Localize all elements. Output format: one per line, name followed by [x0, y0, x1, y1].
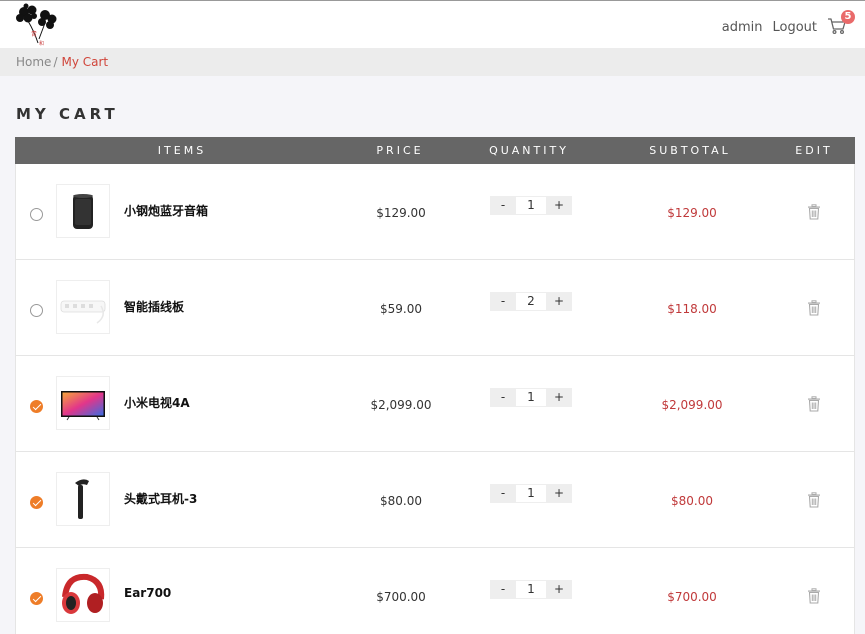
product-image[interactable] [56, 280, 110, 334]
unit-price: $59.00 [380, 302, 422, 316]
quantity-stepper: - 1 + [490, 580, 572, 599]
headphones-icon [62, 573, 105, 614]
breadcrumb-home-link[interactable]: Home [16, 55, 51, 69]
subtotal: $129.00 [667, 206, 717, 220]
trash-icon[interactable] [807, 588, 821, 604]
decrease-qty-button[interactable]: - [490, 388, 516, 407]
logout-link[interactable]: Logout [772, 20, 817, 35]
trash-icon[interactable] [807, 300, 821, 316]
unit-price: $80.00 [380, 494, 422, 508]
product-image[interactable] [56, 376, 110, 430]
table-header: ITEMS PRICE QUANTITY SUBTOTAL EDIT [15, 137, 855, 164]
quantity-stepper: - 1 + [490, 196, 572, 215]
decrease-qty-button[interactable]: - [490, 580, 516, 599]
user-nav: admin Logout 5 [712, 10, 855, 37]
increase-qty-button[interactable]: + [546, 196, 572, 215]
subtotal: $118.00 [667, 302, 717, 316]
product-name[interactable]: 智能插线板 [124, 298, 184, 315]
quantity-stepper: - 1 + [490, 484, 572, 503]
select-item-radio[interactable] [30, 208, 43, 221]
speaker-icon [73, 194, 93, 229]
quantity-value[interactable]: 1 [516, 196, 546, 215]
power-strip-icon [60, 300, 106, 324]
svg-text:和: 和 [39, 40, 44, 47]
subtotal: $80.00 [671, 494, 713, 508]
decrease-qty-button[interactable]: - [490, 196, 516, 215]
select-item-radio[interactable] [30, 400, 43, 413]
table-row: 小钢炮蓝牙音箱 $129.00 - 1 + $129.00 [16, 164, 854, 260]
unit-price: $2,099.00 [370, 398, 432, 412]
select-item-radio[interactable] [30, 304, 43, 317]
increase-qty-button[interactable]: + [546, 580, 572, 599]
product-name[interactable]: 头戴式耳机-3 [124, 490, 197, 507]
select-item-radio[interactable] [30, 496, 43, 509]
svg-text:青: 青 [31, 30, 37, 38]
header-price: PRICE [376, 144, 424, 157]
quantity-stepper: - 2 + [490, 292, 572, 311]
breadcrumb-current: My Cart [61, 55, 109, 69]
decrease-qty-button[interactable]: - [490, 292, 516, 311]
product-name[interactable]: 小钢炮蓝牙音箱 [124, 202, 208, 219]
quantity-value[interactable]: 1 [516, 580, 546, 599]
header-subtotal: SUBTOTAL [649, 144, 731, 157]
username-link[interactable]: admin [722, 20, 763, 35]
product-name[interactable]: 小米电视4A [124, 394, 190, 411]
increase-qty-button[interactable]: + [546, 388, 572, 407]
trash-icon[interactable] [807, 204, 821, 220]
breadcrumb: Home / My Cart [0, 48, 865, 76]
table-row: 智能插线板 $59.00 - 2 + $118.00 [16, 260, 854, 356]
table-row: Ear700 $700.00 - 1 + $700.00 [16, 548, 854, 634]
increase-qty-button[interactable]: + [546, 292, 572, 311]
decrease-qty-button[interactable]: - [490, 484, 516, 503]
trash-icon[interactable] [807, 492, 821, 508]
table-row: 小米电视4A $2,099.00 - 1 + $2,099.00 [16, 356, 854, 452]
earpiece-icon [75, 479, 89, 519]
top-navbar: 青 和 admin Logout 5 [0, 0, 865, 48]
cart-count-badge: 5 [841, 10, 855, 24]
product-image[interactable] [56, 472, 110, 526]
quantity-value[interactable]: 1 [516, 388, 546, 407]
header-edit: EDIT [795, 144, 833, 157]
table-body: 小钢炮蓝牙音箱 $129.00 - 1 + $129.00 智能插线板 $59.… [15, 164, 855, 634]
quantity-value[interactable]: 1 [516, 484, 546, 503]
select-item-radio[interactable] [30, 592, 43, 605]
increase-qty-button[interactable]: + [546, 484, 572, 503]
product-image[interactable] [56, 568, 110, 622]
breadcrumb-separator: / [53, 55, 58, 69]
unit-price: $129.00 [376, 206, 426, 220]
header-items: ITEMS [157, 144, 207, 157]
product-name[interactable]: Ear700 [124, 586, 171, 600]
table-row: 头戴式耳机-3 $80.00 - 1 + $80.00 [16, 452, 854, 548]
header-quantity: QUANTITY [489, 144, 569, 157]
quantity-value[interactable]: 2 [516, 292, 546, 311]
product-image[interactable] [56, 184, 110, 238]
logo-flower-icon[interactable]: 青 和 [12, 3, 60, 47]
cart-table: ITEMS PRICE QUANTITY SUBTOTAL EDIT 小钢炮蓝牙… [15, 137, 855, 634]
tv-icon [61, 391, 105, 421]
subtotal: $2,099.00 [661, 398, 723, 412]
quantity-stepper: - 1 + [490, 388, 572, 407]
unit-price: $700.00 [376, 590, 426, 604]
subtotal: $700.00 [667, 590, 717, 604]
trash-icon[interactable] [807, 396, 821, 412]
cart-button[interactable]: 5 [827, 10, 855, 37]
page-title: MY CART [16, 105, 119, 123]
